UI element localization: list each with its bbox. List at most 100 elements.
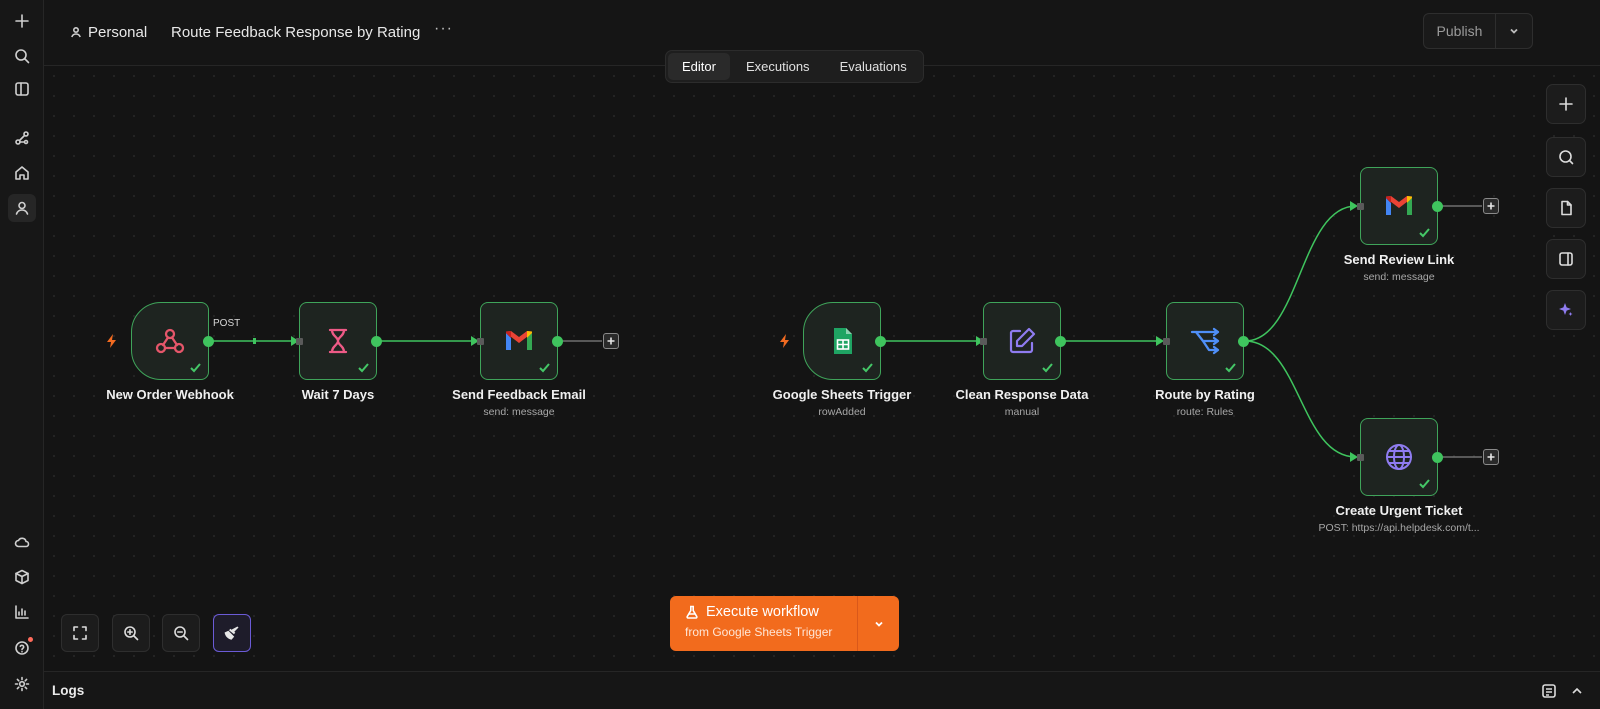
sparkle-icon [1559, 303, 1573, 316]
node-title: Clean Response Data [955, 387, 1089, 402]
publish-dropdown-button[interactable] [1496, 14, 1532, 48]
input-port[interactable] [1163, 338, 1170, 345]
plus-icon[interactable] [8, 7, 36, 35]
toggle-panel-button[interactable] [1546, 239, 1586, 279]
workflows-icon[interactable] [8, 124, 36, 152]
hourglass-icon [328, 328, 348, 354]
workflow-title[interactable]: Route Feedback Response by Rating [171, 22, 420, 42]
zoom-in-button[interactable] [112, 614, 150, 652]
execute-workflow-button[interactable]: Execute workflow from Google Sheets Trig… [670, 596, 857, 651]
add-node-panel-button[interactable] [1546, 84, 1586, 124]
node-wait-7-days[interactable] [296, 302, 382, 380]
search-nodes-button[interactable] [1546, 137, 1586, 177]
fit-view-button[interactable] [61, 614, 99, 652]
plus-icon [607, 337, 615, 345]
sheets-icon [834, 328, 852, 354]
panel-icon[interactable] [8, 75, 36, 103]
panel-icon [1559, 252, 1573, 266]
node-title: Send Review Link [1343, 252, 1455, 267]
logs-expand-button[interactable] [1569, 683, 1585, 699]
webhook-icon [155, 328, 185, 354]
gmail-icon [1386, 196, 1412, 215]
output-port[interactable] [875, 336, 886, 347]
layout-icon [1542, 684, 1556, 698]
cloud-icon[interactable] [8, 528, 36, 556]
node-send-feedback-email[interactable] [477, 302, 563, 380]
tab-evaluations[interactable]: Evaluations [826, 53, 921, 80]
more-options-button[interactable]: ··· [434, 20, 453, 38]
success-check-icon [1224, 361, 1237, 374]
output-port[interactable] [1432, 201, 1443, 212]
chevron-down-icon [874, 621, 883, 627]
ai-assistant-button[interactable] [1546, 290, 1586, 330]
tab-executions[interactable]: Executions [732, 53, 824, 80]
success-check-icon [1041, 361, 1054, 374]
chart-icon[interactable] [8, 598, 36, 626]
output-port[interactable] [1432, 452, 1443, 463]
input-port[interactable] [296, 338, 303, 345]
connection-label: POST [213, 318, 241, 329]
execute-workflow-button-group: Execute workflow from Google Sheets Trig… [670, 596, 899, 651]
tab-editor[interactable]: Editor [668, 53, 730, 80]
node-route-by-rating[interactable] [1163, 302, 1249, 380]
add-node-button[interactable] [1483, 449, 1499, 465]
node-new-order-webhook[interactable] [131, 302, 214, 380]
node-subtitle: rowAdded [818, 406, 866, 418]
home-icon[interactable] [8, 159, 36, 187]
add-node-button[interactable] [1483, 198, 1499, 214]
success-check-icon [357, 361, 370, 374]
node-clean-response-data[interactable] [980, 302, 1066, 380]
publish-button-group: Publish [1423, 13, 1533, 49]
node-google-sheets-trigger[interactable] [803, 302, 886, 380]
trigger-bolt-icon [106, 334, 118, 348]
notification-dot [28, 637, 33, 642]
node-title: Wait 7 Days [301, 387, 375, 402]
execute-title: Execute workflow [706, 604, 819, 620]
sticky-note-button[interactable] [1546, 188, 1586, 228]
node-subtitle: POST: https://api.helpdesk.com/t... [1318, 522, 1480, 534]
input-port[interactable] [1357, 454, 1364, 461]
node-subtitle: route: Rules [1176, 406, 1234, 418]
plus-icon [1487, 453, 1495, 461]
output-port[interactable] [203, 336, 214, 347]
output-port[interactable] [1055, 336, 1066, 347]
input-port[interactable] [980, 338, 987, 345]
node-send-review-link[interactable] [1357, 167, 1443, 245]
node-subtitle: send: message [483, 406, 555, 418]
document-icon [1561, 200, 1572, 216]
output-port[interactable] [371, 336, 382, 347]
input-port[interactable] [477, 338, 484, 345]
success-check-icon [538, 361, 551, 374]
input-port[interactable] [1357, 203, 1364, 210]
success-check-icon [189, 361, 202, 374]
success-check-icon [1418, 226, 1431, 239]
left-sidebar [0, 0, 44, 709]
output-port[interactable] [1238, 336, 1249, 347]
execute-dropdown-button[interactable] [857, 596, 899, 651]
node-create-urgent-ticket[interactable] [1357, 418, 1443, 496]
zoom-out-button[interactable] [162, 614, 200, 652]
node-title: Create Urgent Ticket [1335, 503, 1463, 518]
output-port[interactable] [552, 336, 563, 347]
node-title: Send Feedback Email [452, 387, 586, 402]
gear-icon[interactable] [8, 670, 36, 698]
search-icon[interactable] [8, 42, 36, 70]
trigger-bolt-icon [779, 334, 791, 348]
node-subtitle: send: message [1363, 271, 1435, 283]
logs-panel-bar[interactable]: Logs [44, 671, 1600, 709]
search-icon [1559, 150, 1574, 165]
add-node-button[interactable] [603, 333, 619, 349]
broom-icon [224, 626, 239, 640]
cube-icon[interactable] [8, 563, 36, 591]
project-name: Personal [88, 23, 148, 41]
node-title: Google Sheets Trigger [772, 387, 912, 402]
logs-toggle-layout-button[interactable] [1541, 683, 1557, 699]
help-icon[interactable] [8, 634, 36, 662]
success-check-icon [1418, 477, 1431, 490]
node-subtitle: manual [1004, 406, 1040, 418]
globe-icon [1386, 444, 1412, 470]
clean-up-button[interactable] [213, 614, 251, 652]
publish-button[interactable]: Publish [1424, 14, 1496, 48]
user-icon[interactable] [8, 194, 36, 222]
breadcrumb-project[interactable]: Personal [70, 22, 147, 42]
